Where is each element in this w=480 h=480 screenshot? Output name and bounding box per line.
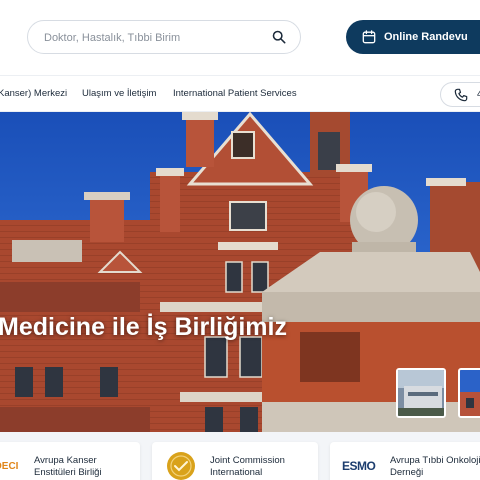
partner-card-esmo[interactable]: ESMO Avrupa Tıbbi Onkoloji Derneği (330, 442, 480, 480)
calendar-icon (362, 30, 376, 44)
phone-button[interactable]: 4 (440, 82, 480, 107)
partner-label: Joint Commission International (210, 455, 285, 478)
online-appointment-label: Online Randevu (384, 31, 468, 43)
esmo-logo: ESMO (342, 459, 376, 473)
thumbnail-image (460, 370, 480, 416)
search-icon[interactable] (272, 30, 286, 44)
oeci-logo: OECI (0, 461, 19, 472)
partners-strip: OECI Avrupa Kanser Enstitüleri Birliği J… (0, 432, 480, 480)
hero-thumbnail-1[interactable] (396, 368, 446, 418)
hero-title: Medicine ile İş Birliğimiz (0, 313, 287, 341)
partner-card-oeci[interactable]: OECI Avrupa Kanser Enstitüleri Birliği (0, 442, 140, 480)
partner-card-jci[interactable]: Joint Commission International (152, 442, 318, 480)
partner-label: Avrupa Kanser Enstitüleri Birliği (34, 455, 102, 478)
thumbnail-image (398, 370, 444, 416)
nav-item-international-patients[interactable]: International Patient Services (173, 88, 297, 99)
hero-banner: Medicine ile İş Birliğimiz (0, 112, 480, 432)
search-input[interactable] (44, 29, 264, 47)
nav-item-cancer-center[interactable]: Kanser) Merkezi (0, 88, 67, 99)
hero-thumbnail-2[interactable] (458, 368, 480, 418)
partner-label: Avrupa Tıbbi Onkoloji Derneği (390, 455, 480, 478)
top-bar: Online Randevu (0, 0, 480, 74)
main-nav: Kanser) Merkezi Ulaşım ve İletişim Inter… (0, 75, 480, 112)
nav-item-transport-contact[interactable]: Ulaşım ve İletişim (82, 88, 156, 99)
online-appointment-button[interactable]: Online Randevu (346, 20, 480, 54)
phone-icon (454, 88, 468, 102)
search-box[interactable] (27, 20, 301, 54)
jci-seal-logo (167, 452, 195, 480)
